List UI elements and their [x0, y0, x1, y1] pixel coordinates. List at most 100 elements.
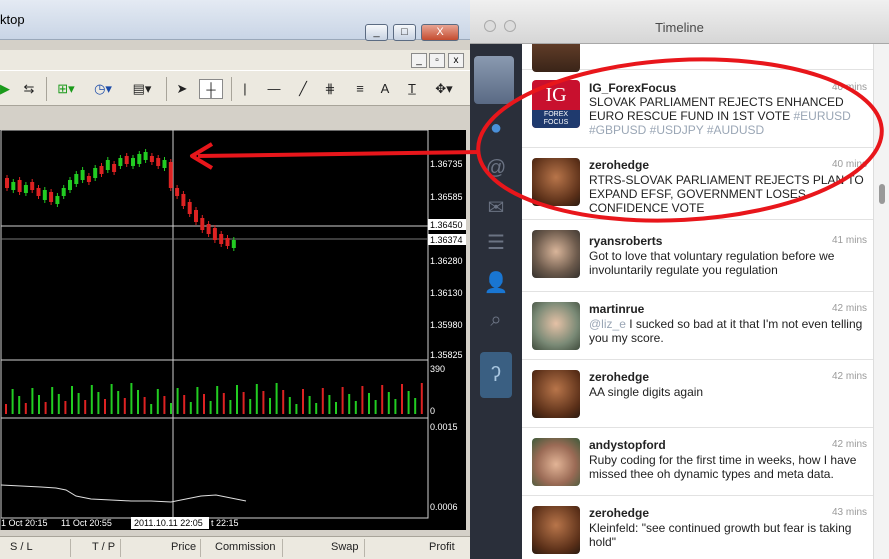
volume-bar — [236, 385, 238, 414]
tweet-avatar-martinrue — [532, 302, 580, 350]
volume-bar — [38, 395, 40, 414]
candle-body — [231, 240, 236, 248]
volume-bar — [196, 387, 199, 414]
new-order-icon[interactable]: ⊞▾ — [54, 79, 78, 99]
chart-restore-button[interactable]: ▫ — [429, 53, 445, 68]
price-label: 1.36735 — [430, 159, 463, 169]
time-label: t 22:15 — [211, 518, 239, 528]
volume-bar — [335, 402, 337, 414]
tweet-item[interactable]: andystopford 42 mins Ruby coding for the… — [522, 428, 873, 496]
candle-body — [219, 234, 224, 244]
candles-group — [5, 149, 236, 251]
tweet-username[interactable]: martinrue — [589, 302, 644, 316]
volume-bar — [137, 390, 139, 414]
candle-body — [187, 202, 192, 214]
tweet-item[interactable]: zerohedge 42 mins AA single digits again — [522, 360, 873, 428]
tweet-body: I sucked so bad at it that I'm not even … — [589, 317, 863, 345]
candle-body — [194, 210, 198, 222]
trend-line-icon[interactable]: ╱ — [293, 79, 313, 99]
tweet-username[interactable]: zerohedge — [589, 158, 649, 172]
volume-bar — [262, 391, 265, 414]
tweet-item[interactable]: IG FOREX FOCUS IG_ForexFocus 40 mins SLO… — [522, 70, 873, 148]
tweet-item[interactable]: zerohedge 43 mins Kleinfeld: "see contin… — [522, 496, 873, 559]
clock-icon[interactable]: ◷▾ — [90, 79, 116, 99]
tweet-username[interactable]: IG_ForexFocus — [589, 81, 676, 95]
candle-body — [131, 158, 135, 166]
label-icon[interactable]: T̲ — [402, 79, 422, 99]
volume-bar — [407, 391, 410, 414]
scrollbar-thumb[interactable] — [879, 184, 885, 204]
crosshair-cursor-icon[interactable]: ┼ — [199, 79, 223, 99]
tweet-username[interactable]: ryansroberts — [589, 234, 662, 248]
vertical-line-icon[interactable]: | — [238, 79, 252, 99]
chart-minimize-button[interactable]: _ — [411, 53, 427, 68]
chart-close-button[interactable]: x — [448, 53, 464, 68]
volume-bar — [315, 403, 318, 414]
column-separator — [364, 539, 365, 557]
timeline-feed[interactable]: IG FOREX FOCUS IG_ForexFocus 40 mins SLO… — [522, 44, 873, 559]
price-chart[interactable]: 1.36735 1.36585 1.36450 1.36374 1.36280 … — [0, 130, 466, 530]
column-header-price[interactable]: Price — [171, 541, 196, 553]
crosshair-icon[interactable]: ⇆ — [18, 79, 40, 99]
column-header-commission[interactable]: Commission — [215, 541, 276, 553]
volume-bar — [97, 392, 100, 414]
profile-icon[interactable]: 👤 — [480, 269, 512, 297]
volume-bar — [209, 401, 212, 414]
timeline-icon[interactable]: ● — [480, 114, 512, 142]
maximize-button[interactable]: □ — [393, 24, 416, 41]
play-icon[interactable]: ▶ — [0, 79, 10, 99]
volume-bar — [123, 398, 126, 414]
volume-bar — [295, 404, 298, 414]
twitter-titlebar[interactable]: Timeline — [470, 0, 889, 44]
candle-body — [225, 238, 230, 246]
tweet-item[interactable]: ryansroberts 41 mins Got to love that vo… — [522, 220, 873, 292]
column-header-swap[interactable]: Swap — [331, 541, 359, 553]
tweet-time: 40 mins — [831, 159, 867, 170]
volume-bar — [348, 394, 351, 414]
search-icon[interactable]: ⌕ — [480, 306, 512, 334]
channel-icon[interactable]: ≡ — [350, 79, 370, 99]
candle-body — [42, 190, 47, 200]
volume-bar — [11, 389, 14, 414]
horizontal-line-icon[interactable]: — — [264, 79, 284, 99]
lists-icon[interactable]: ☰ — [480, 229, 512, 257]
candle-body — [36, 188, 41, 196]
template-icon[interactable]: ▤▾ — [128, 79, 156, 99]
time-label: 1 Oct 20:15 — [1, 518, 48, 528]
tweet-username[interactable]: zerohedge — [589, 370, 649, 384]
tweet-item[interactable]: zerohedge 40 mins RTRS-SLOVAK PARLIAMENT… — [522, 148, 873, 220]
volume-bar — [374, 400, 377, 414]
tweet-username[interactable]: zerohedge — [589, 506, 649, 520]
column-header-profit[interactable]: Profit — [429, 541, 455, 553]
column-header-tp[interactable]: T / P — [92, 541, 115, 553]
price-label-bid: 1.36374 — [430, 235, 463, 245]
volume-bar — [321, 388, 324, 414]
minimize-button[interactable]: _ — [365, 24, 388, 41]
mt4-toolbar: ▶ ⇆ ⊞▾ ◷▾ ▤▾ ➤ ┼ | — ╱ ⋕ ≡ A T̲ ✥▾ — [0, 70, 470, 106]
arrows-icon[interactable]: ✥▾ — [430, 79, 458, 99]
tweet-item[interactable]: martinrue 42 mins @liz_e I sucked so bad… — [522, 292, 873, 360]
column-header-sl[interactable]: S / L — [10, 541, 33, 553]
candlestick-chart: 1.36735 1.36585 1.36450 1.36374 1.36280 … — [1, 130, 466, 529]
ear-icon[interactable]: ʔ — [480, 352, 512, 398]
avatar-logo-subtext: FOREX FOCUS — [532, 110, 580, 128]
volume-bar — [57, 394, 60, 414]
mentions-icon[interactable]: @ — [480, 154, 512, 182]
close-button[interactable]: X — [421, 24, 459, 41]
timeline-scrollbar[interactable] — [873, 44, 889, 559]
tweet-avatar — [532, 44, 580, 72]
tweet-time: 43 mins — [831, 507, 867, 518]
user-avatar[interactable] — [474, 56, 514, 104]
candle-body — [118, 158, 123, 166]
volume-bar — [216, 386, 219, 414]
tweet-item[interactable] — [522, 44, 873, 72]
price-label: 1.36130 — [430, 288, 463, 298]
tweet-mention[interactable]: @liz_e — [589, 317, 626, 331]
mt4-titlebar[interactable]: ktop _ □ X — [0, 0, 470, 41]
tweet-username[interactable]: andystopford — [589, 438, 666, 452]
fibonacci-icon[interactable]: ⋕ — [318, 79, 342, 99]
messages-icon[interactable]: ✉ — [480, 194, 512, 222]
text-icon[interactable]: A — [376, 79, 394, 99]
cursor-icon[interactable]: ➤ — [172, 79, 192, 99]
candle-body — [61, 188, 66, 196]
